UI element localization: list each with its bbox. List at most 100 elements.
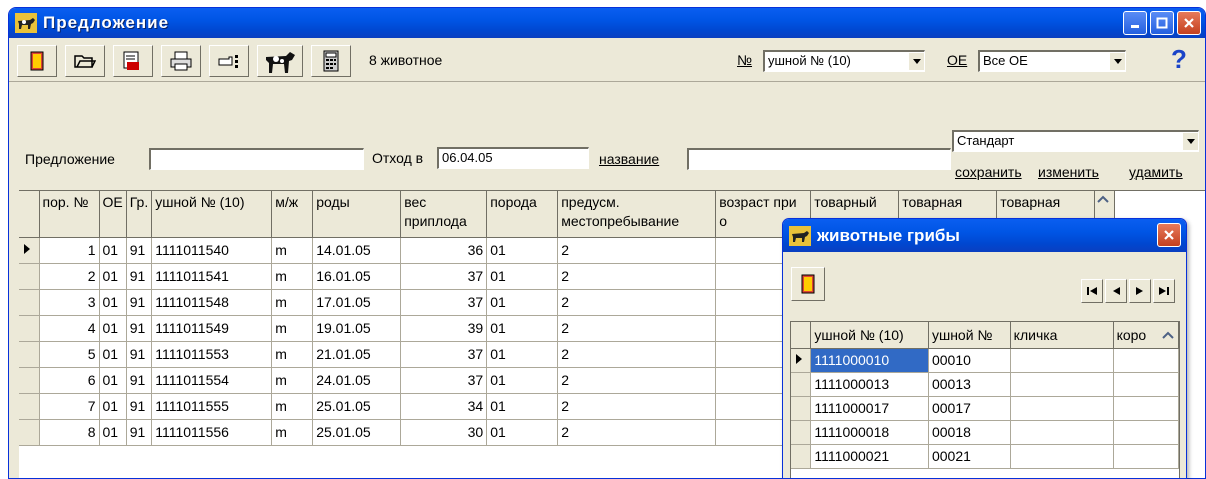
minimize-button[interactable] [1123, 11, 1147, 35]
animals-button[interactable] [257, 45, 303, 77]
column-header[interactable]: Гр. [126, 191, 153, 238]
column-header[interactable]: предусм. местопребывание [557, 191, 717, 238]
table-cell[interactable]: 37 [400, 263, 488, 290]
row-indicator[interactable] [19, 237, 40, 264]
table-cell[interactable]: 25.01.05 [312, 419, 402, 446]
table-cell[interactable]: 1111011555 [151, 393, 273, 420]
popup-cell[interactable] [1010, 348, 1114, 373]
table-cell[interactable]: 01 [486, 393, 559, 420]
table-cell[interactable]: 01 [99, 367, 127, 394]
table-cell[interactable]: 01 [99, 315, 127, 342]
table-cell[interactable]: 30 [400, 419, 488, 446]
table-cell[interactable]: 3 [39, 289, 100, 316]
table-cell[interactable]: 1111011554 [151, 367, 273, 394]
popup-cell[interactable]: 00010 [928, 348, 1011, 373]
row-indicator[interactable] [791, 348, 812, 373]
popup-title-bar[interactable]: животные грибы [783, 219, 1186, 252]
column-header[interactable]: порода [486, 191, 559, 238]
row-indicator[interactable] [791, 420, 812, 445]
row-indicator[interactable] [791, 396, 812, 421]
table-cell[interactable]: 1 [39, 237, 100, 264]
popup-cell[interactable]: 1111000021 [810, 444, 929, 469]
chevron-down-icon[interactable] [1109, 52, 1125, 70]
calculator-button[interactable] [311, 45, 351, 77]
column-header[interactable]: ОЕ [99, 191, 127, 238]
table-cell[interactable]: 01 [486, 419, 559, 446]
table-cell[interactable]: 2 [557, 367, 717, 394]
table-cell[interactable]: 2 [557, 237, 717, 264]
next-record-button[interactable] [1129, 279, 1151, 303]
table-cell[interactable]: 01 [486, 289, 559, 316]
table-cell[interactable]: 01 [486, 341, 559, 368]
table-cell[interactable]: 2 [557, 315, 717, 342]
popup-row[interactable]: 1111000018 00018 [791, 420, 1179, 445]
popup-row[interactable]: 1111000013 00013 [791, 372, 1179, 397]
column-header[interactable]: ушной № (10) [151, 191, 273, 238]
table-cell[interactable]: 6 [39, 367, 100, 394]
popup-row[interactable]: 1111000021 00021 [791, 444, 1179, 469]
table-cell[interactable]: 2 [557, 263, 717, 290]
popup-column-header[interactable]: кличка [1010, 322, 1114, 349]
table-cell[interactable]: 21.01.05 [312, 341, 402, 368]
close-button[interactable] [1177, 11, 1201, 35]
table-cell[interactable]: 01 [486, 367, 559, 394]
table-cell[interactable]: m [271, 393, 314, 420]
table-cell[interactable]: 91 [126, 289, 153, 316]
template-select[interactable]: Стандарт [952, 130, 1199, 152]
offer-input[interactable] [149, 148, 364, 170]
popup-cell[interactable] [1010, 420, 1114, 445]
popup-cell[interactable] [1010, 396, 1114, 421]
table-cell[interactable]: 91 [126, 367, 153, 394]
row-indicator[interactable] [19, 367, 40, 394]
table-cell[interactable]: m [271, 419, 314, 446]
popup-row[interactable]: 1111000017 00017 [791, 396, 1179, 421]
table-cell[interactable]: 24.01.05 [312, 367, 402, 394]
popup-column-header[interactable]: коро [1113, 322, 1179, 349]
popup-cell[interactable] [1010, 372, 1114, 397]
popup-cell[interactable]: 00013 [928, 372, 1011, 397]
table-cell[interactable]: 2 [557, 419, 717, 446]
popup-cell[interactable]: 1111000013 [810, 372, 929, 397]
title-bar[interactable]: Предложение [9, 8, 1205, 38]
table-cell[interactable]: 2 [557, 341, 717, 368]
popup-cell[interactable] [1113, 372, 1179, 397]
table-cell[interactable]: 16.01.05 [312, 263, 402, 290]
ear-number-select[interactable]: ушной № (10) [763, 50, 925, 72]
table-cell[interactable]: 4 [39, 315, 100, 342]
row-indicator[interactable] [19, 263, 40, 290]
save-button[interactable] [113, 45, 153, 77]
table-cell[interactable]: m [271, 341, 314, 368]
row-indicator[interactable] [791, 372, 812, 397]
save-template-button[interactable]: сохранить [955, 164, 1022, 180]
table-cell[interactable]: 01 [99, 419, 127, 446]
row-indicator[interactable] [19, 341, 40, 368]
table-cell[interactable]: 1111011540 [151, 237, 273, 264]
row-indicator[interactable] [19, 393, 40, 420]
row-indicator[interactable] [19, 419, 40, 446]
table-cell[interactable]: 91 [126, 315, 153, 342]
table-cell[interactable]: 01 [99, 237, 127, 264]
table-cell[interactable]: m [271, 315, 314, 342]
open-button[interactable] [65, 45, 105, 77]
popup-cell[interactable] [1113, 396, 1179, 421]
popup-column-header[interactable]: ушной № (10) [810, 322, 929, 349]
popup-column-header[interactable]: ушной № [928, 322, 1011, 349]
name-input[interactable] [687, 148, 951, 170]
departure-date-input[interactable]: 06.04.05 [437, 147, 589, 169]
table-cell[interactable]: 91 [126, 263, 153, 290]
row-indicator[interactable] [791, 444, 812, 469]
table-cell[interactable]: 14.01.05 [312, 237, 402, 264]
popup-cell[interactable]: 00021 [928, 444, 1011, 469]
chevron-up-icon[interactable] [1161, 330, 1175, 340]
popup-row[interactable]: 1111000010 00010 [791, 348, 1179, 373]
table-cell[interactable]: m [271, 289, 314, 316]
table-cell[interactable]: 25.01.05 [312, 393, 402, 420]
column-header[interactable]: пор. № [39, 191, 100, 238]
table-cell[interactable]: 01 [486, 237, 559, 264]
table-cell[interactable]: 91 [126, 419, 153, 446]
help-icon[interactable]: ? [1171, 44, 1187, 75]
table-cell[interactable]: 7 [39, 393, 100, 420]
popup-close-button[interactable] [1157, 223, 1181, 247]
delete-template-button[interactable]: удамить [1129, 164, 1183, 180]
table-cell[interactable]: 1111011553 [151, 341, 273, 368]
